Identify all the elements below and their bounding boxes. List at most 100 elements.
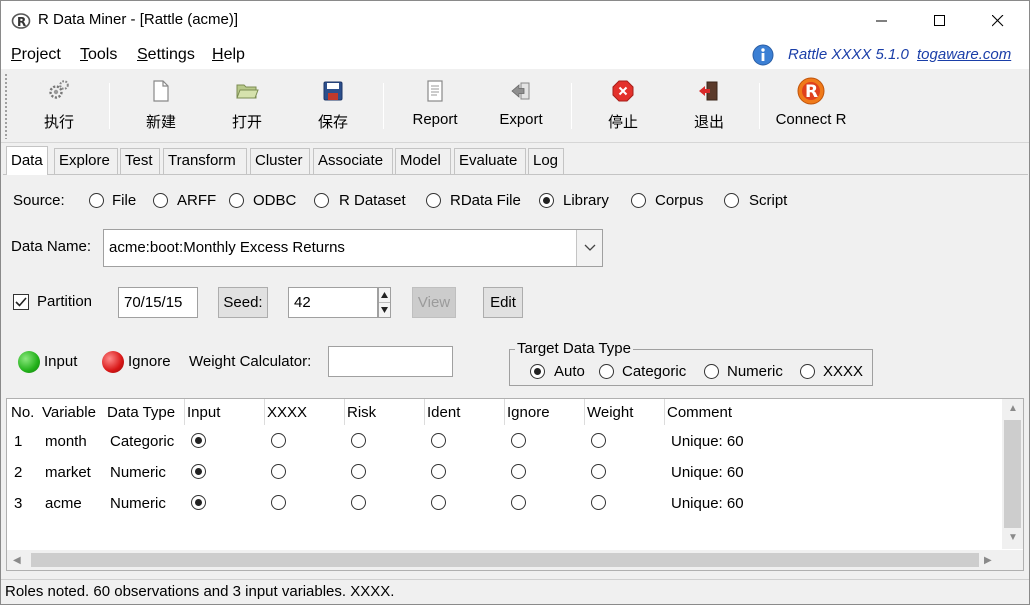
tab-explore[interactable]: Explore [54, 148, 118, 174]
seed-button[interactable]: Seed: [218, 287, 268, 318]
partition-label[interactable]: Partition [37, 293, 92, 310]
scroll-right-icon[interactable]: ▶ [984, 555, 992, 566]
togaware-link[interactable]: togaware.com [917, 46, 1011, 63]
column-header-input[interactable]: Input [187, 404, 220, 421]
tab-test[interactable]: Test [120, 148, 160, 174]
open-button[interactable]: 打开 [219, 73, 275, 139]
row-input-radio[interactable] [191, 464, 206, 479]
source-library-radio[interactable] [539, 193, 554, 208]
column-header-data-type[interactable]: Data Type [107, 404, 175, 421]
target-numeric-radio[interactable] [704, 364, 719, 379]
target-auto-radio[interactable] [530, 364, 545, 379]
source-arff-radio[interactable] [153, 193, 168, 208]
source-library-label[interactable]: Library [563, 192, 609, 209]
source-arff-label[interactable]: ARFF [177, 192, 216, 209]
partition-field[interactable]: 70/15/15 [118, 287, 198, 318]
tab-transform[interactable]: Transform [163, 148, 247, 174]
source-corpus-radio[interactable] [631, 193, 646, 208]
row-ident-radio[interactable] [431, 464, 446, 479]
minimize-button[interactable] [853, 1, 911, 41]
weight-calculator-input[interactable] [328, 346, 453, 377]
column-header-ident[interactable]: Ident [427, 404, 460, 421]
data-name-combobox[interactable]: acme:boot:Monthly Excess Returns [103, 229, 603, 267]
data-name-value: acme:boot:Monthly Excess Returns [109, 239, 345, 256]
row-risk-radio[interactable] [351, 433, 366, 448]
quit-button[interactable]: 退出 [681, 73, 737, 139]
tab-evaluate[interactable]: Evaluate [454, 148, 526, 174]
source-script-radio[interactable] [724, 193, 739, 208]
column-header-ignore[interactable]: Ignore [507, 404, 550, 421]
source-rdatafile-label[interactable]: RData File [450, 192, 521, 209]
scroll-up-icon[interactable]: ▲ [1008, 403, 1018, 414]
column-header-variable[interactable]: Variable [42, 404, 96, 421]
row-ident-radio[interactable] [431, 495, 446, 510]
source-corpus-label[interactable]: Corpus [655, 192, 703, 209]
connect-r-button[interactable]: R Connect R [771, 73, 851, 139]
row-xxxx-radio[interactable] [271, 495, 286, 510]
seed-spinner[interactable] [378, 287, 391, 318]
edit-button[interactable]: Edit [483, 287, 523, 318]
tab-data[interactable]: Data [6, 146, 48, 175]
stop-button[interactable]: 停止 [595, 73, 651, 139]
menu-project[interactable]: Project [11, 46, 61, 64]
row-variable: acme [45, 495, 82, 512]
row-weight-radio[interactable] [591, 433, 606, 448]
row-xxxx-radio[interactable] [271, 433, 286, 448]
row-xxxx-radio[interactable] [271, 464, 286, 479]
vertical-scroll-thumb[interactable] [1004, 420, 1021, 528]
row-ignore-radio[interactable] [511, 464, 526, 479]
target-auto-label[interactable]: Auto [554, 363, 585, 380]
save-button[interactable]: 保存 [305, 73, 361, 139]
scroll-down-icon[interactable]: ▼ [1008, 532, 1018, 543]
tab-log[interactable]: Log [528, 148, 564, 174]
source-file-radio[interactable] [89, 193, 104, 208]
row-risk-radio[interactable] [351, 495, 366, 510]
column-header-comment[interactable]: Comment [667, 404, 732, 421]
partition-checkbox[interactable] [13, 294, 29, 310]
combo-dropdown-button[interactable] [576, 230, 602, 266]
menu-tools[interactable]: Tools [80, 46, 117, 64]
row-weight-radio[interactable] [591, 464, 606, 479]
row-ignore-radio[interactable] [511, 495, 526, 510]
source-odbc-radio[interactable] [229, 193, 244, 208]
source-rdatafile-radio[interactable] [426, 193, 441, 208]
tab-associate[interactable]: Associate [313, 148, 393, 174]
source-rdataset-label[interactable]: R Dataset [339, 192, 406, 209]
row-ident-radio[interactable] [431, 433, 446, 448]
source-script-label[interactable]: Script [749, 192, 787, 209]
column-header-no[interactable]: No. [11, 404, 34, 421]
execute-button[interactable]: 执行 [31, 73, 87, 139]
seed-field[interactable]: 42 [288, 287, 378, 318]
export-button[interactable]: Export [489, 73, 553, 139]
ignore-color-icon [102, 351, 124, 373]
menu-help[interactable]: Help [212, 46, 245, 64]
horizontal-scroll-thumb[interactable] [31, 553, 979, 567]
maximize-button[interactable] [911, 1, 969, 41]
new-button[interactable]: 新建 [133, 73, 189, 139]
column-header-weight[interactable]: Weight [587, 404, 633, 421]
column-header-xxxx[interactable]: XXXX [267, 404, 307, 421]
row-weight-radio[interactable] [591, 495, 606, 510]
menu-settings[interactable]: Settings [137, 46, 195, 64]
source-file-label[interactable]: File [112, 192, 136, 209]
close-button[interactable] [969, 1, 1027, 41]
scroll-left-icon[interactable]: ◀ [13, 555, 21, 566]
report-button[interactable]: Report [401, 73, 469, 139]
target-categoric-radio[interactable] [599, 364, 614, 379]
target-categoric-label[interactable]: Categoric [622, 363, 686, 380]
target-xxxx-label[interactable]: XXXX [823, 363, 863, 380]
target-numeric-label[interactable]: Numeric [727, 363, 783, 380]
source-rdataset-radio[interactable] [314, 193, 329, 208]
target-xxxx-radio[interactable] [800, 364, 815, 379]
quit-door-icon [699, 81, 718, 101]
tab-cluster[interactable]: Cluster [250, 148, 310, 174]
source-odbc-label[interactable]: ODBC [253, 192, 296, 209]
tab-model[interactable]: Model [395, 148, 451, 174]
toolbar-grip[interactable] [4, 73, 8, 139]
view-button[interactable]: View [412, 287, 456, 318]
column-header-risk[interactable]: Risk [347, 404, 376, 421]
row-risk-radio[interactable] [351, 464, 366, 479]
row-input-radio[interactable] [191, 433, 206, 448]
row-input-radio[interactable] [191, 495, 206, 510]
row-ignore-radio[interactable] [511, 433, 526, 448]
